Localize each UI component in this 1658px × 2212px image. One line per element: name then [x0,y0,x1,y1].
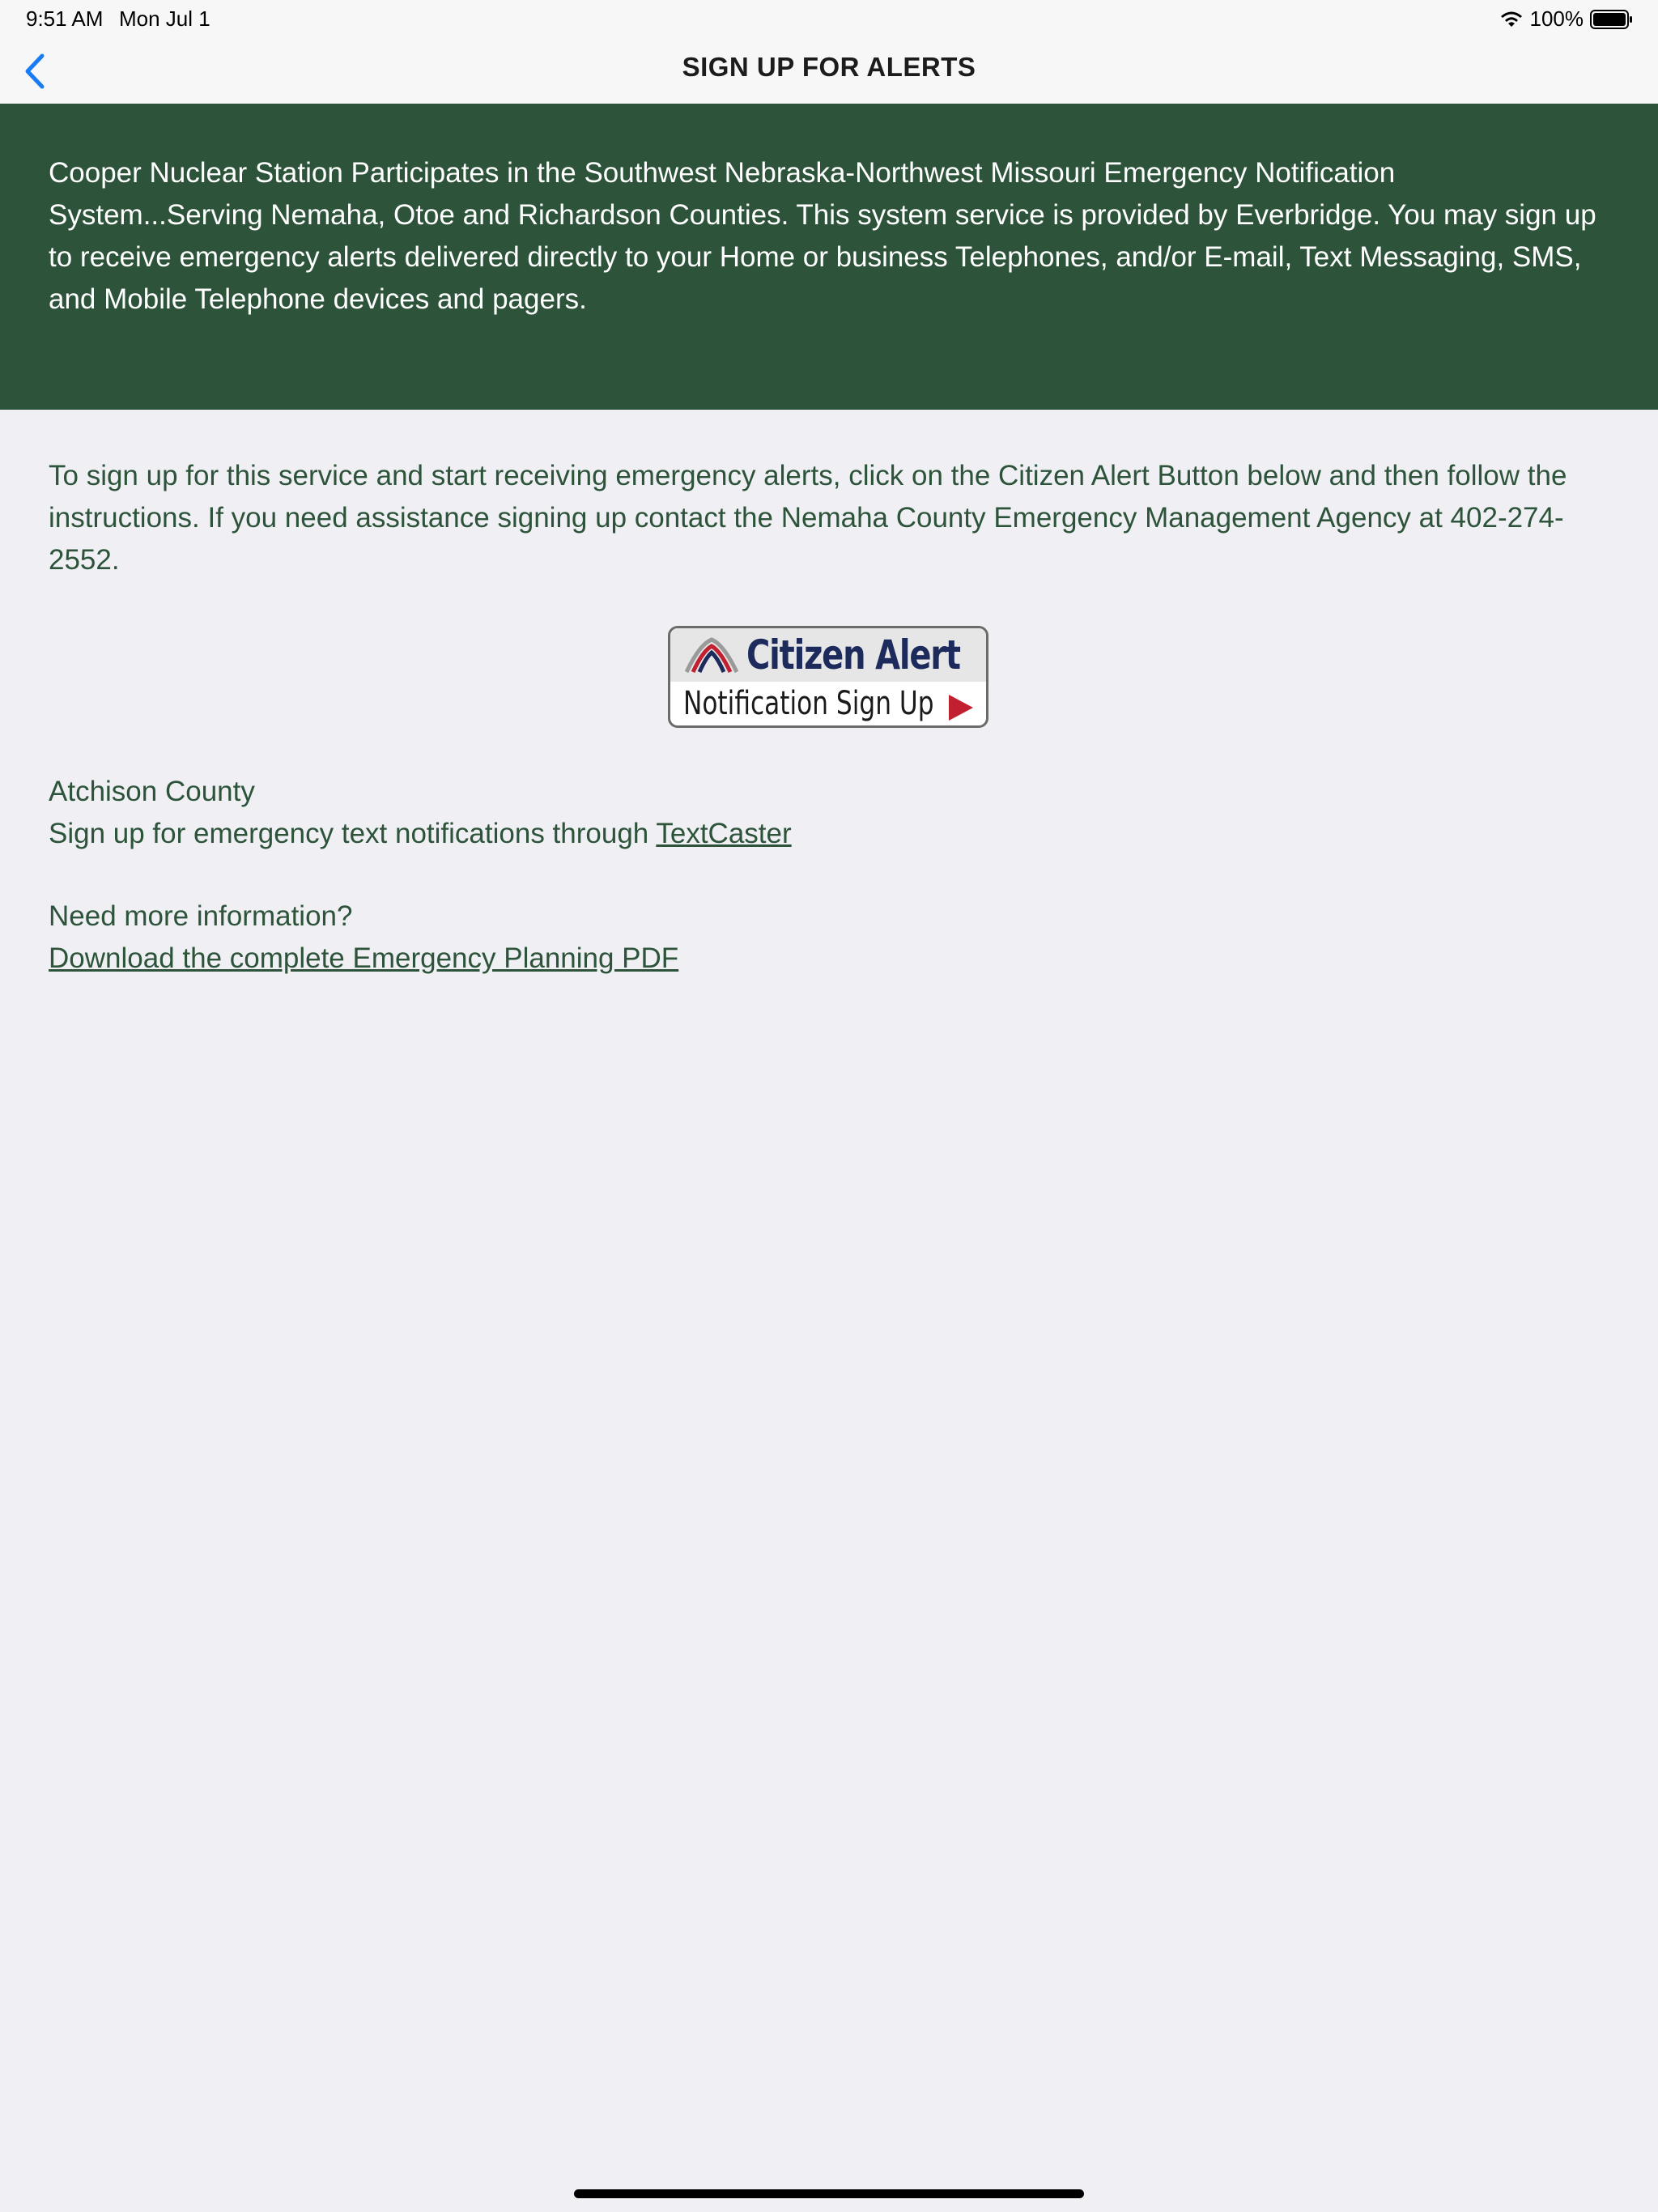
page-title: SIGN UP FOR ALERTS [682,52,976,82]
more-info-heading: Need more information? [49,900,353,932]
banner-text: Cooper Nuclear Station Participates in t… [49,157,1596,315]
citizen-alert-title: Citizen Alert [746,632,961,678]
battery-icon [1590,9,1632,29]
citizen-alert-signup-button[interactable]: Citizen Alert Notification Sign Up [668,626,988,728]
info-banner: Cooper Nuclear Station Participates in t… [0,104,1658,410]
atchison-text-line: Sign up for emergency text notifications… [49,813,792,855]
play-arrow-icon [949,695,973,721]
navigation-bar: SIGN UP FOR ALERTS [0,39,1658,104]
more-info-section: Need more information? Download the comp… [49,895,678,980]
instructions-section: To sign up for this service and start re… [49,455,1609,581]
status-date: Mon Jul 1 [119,6,210,31]
citizen-alert-subtitle: Notification Sign Up [683,685,934,722]
atchison-text: Sign up for emergency text notifications… [49,818,657,849]
home-indicator [574,2189,1084,2198]
citizen-alert-logo-icon [685,637,738,674]
atchison-heading: Atchison County [49,776,255,807]
status-indicators: 100% [1499,6,1635,32]
atchison-section: Atchison County Sign up for emergency te… [49,771,792,855]
status-time: 9:51 AM [26,6,104,31]
textcaster-link[interactable]: TextCaster [656,818,791,849]
status-bar: 9:51 AM Mon Jul 1 100% [0,0,1658,39]
instructions-text: To sign up for this service and start re… [49,460,1567,576]
battery-percent: 100% [1529,6,1584,31]
wifi-icon [1500,11,1522,27]
emergency-planning-pdf-link[interactable]: Download the complete Emergency Planning… [49,942,678,974]
